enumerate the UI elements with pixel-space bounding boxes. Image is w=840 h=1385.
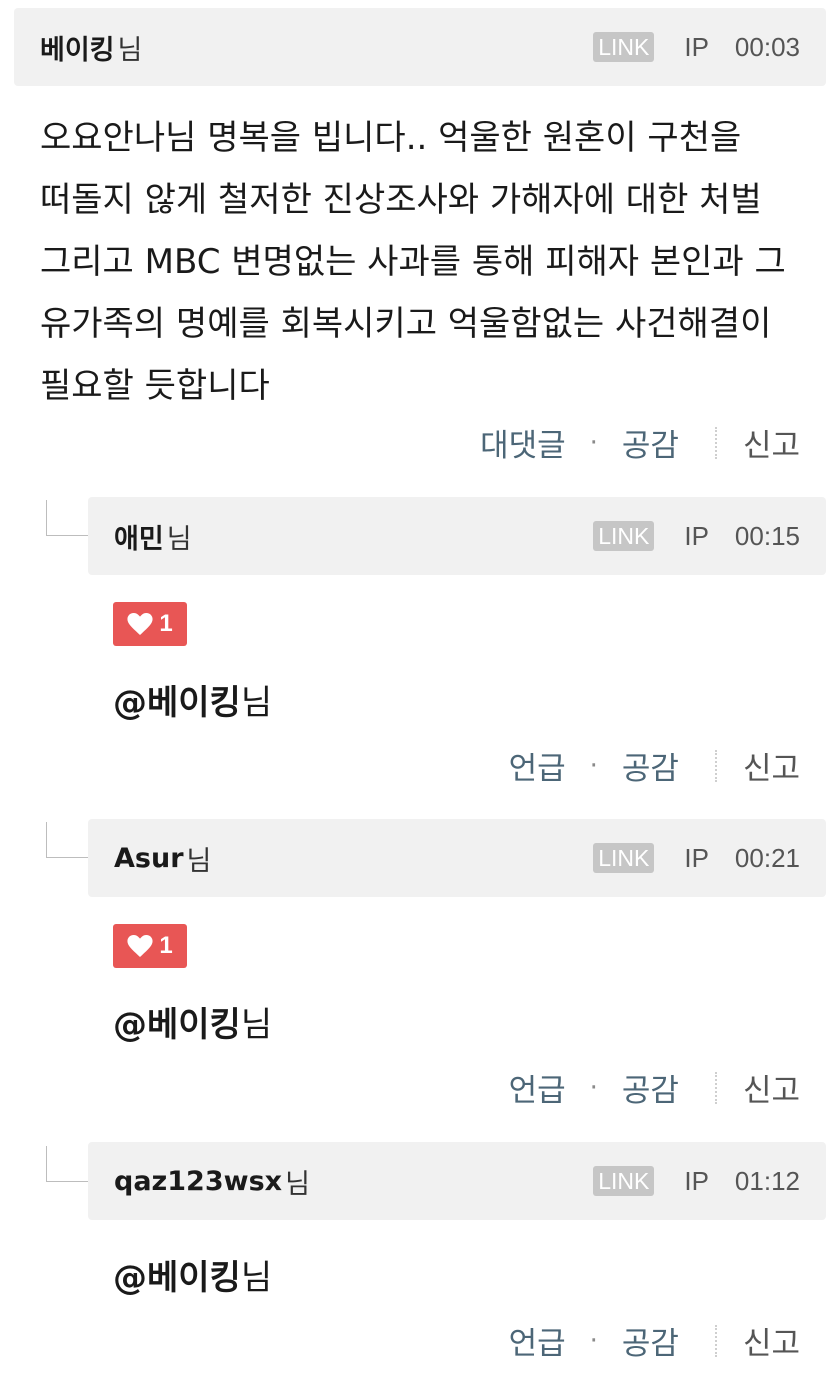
- link-badge[interactable]: LINK: [593, 1166, 655, 1196]
- reply-author[interactable]: qaz123wsx: [114, 1166, 282, 1197]
- link-badge[interactable]: LINK: [593, 32, 655, 62]
- comment-time: 00:03: [734, 31, 800, 62]
- mention-suffix: 님: [240, 683, 273, 723]
- ip-label: IP: [684, 31, 709, 62]
- like-count-badge: 1: [113, 924, 187, 968]
- report-button[interactable]: 신고: [743, 743, 800, 788]
- reply-indicator: [46, 500, 88, 536]
- mention-suffix: 님: [240, 1258, 273, 1298]
- like-button[interactable]: 공감: [622, 1318, 679, 1363]
- report-button[interactable]: 신고: [743, 1318, 800, 1363]
- separator-line: [714, 749, 717, 782]
- like-button[interactable]: 공감: [622, 1065, 679, 1110]
- link-badge[interactable]: LINK: [593, 843, 655, 873]
- author-suffix: 님: [285, 1168, 310, 1200]
- like-count-badge: 1: [113, 602, 187, 646]
- report-button[interactable]: 신고: [743, 1065, 800, 1110]
- reply-indicator: [46, 822, 88, 858]
- reply-button[interactable]: 대댓글: [480, 420, 566, 465]
- reply-header: 애민 님 LINK IP 00:15: [88, 497, 826, 575]
- ip-label: IP: [684, 1165, 709, 1196]
- comment-body: 오요안나님 명복을 빕니다.. 억울한 원혼이 구천을 떠돌지 않게 철저한 진…: [40, 118, 786, 406]
- reply-body: @베이킹님: [113, 997, 272, 1046]
- reply-indicator: [46, 1146, 88, 1182]
- like-count: 1: [159, 610, 173, 637]
- separator-dot: ·: [589, 1072, 598, 1103]
- mention-link[interactable]: @베이킹: [113, 1005, 241, 1045]
- link-badge[interactable]: LINK: [593, 521, 655, 551]
- author-suffix: 님: [186, 845, 212, 877]
- mention-button[interactable]: 언급: [509, 1065, 566, 1110]
- comment-actions: 대댓글 · 공감 신고: [480, 420, 800, 465]
- reply-time: 00:21: [734, 842, 800, 873]
- ip-label: IP: [684, 520, 709, 551]
- reply-author[interactable]: Asur: [114, 843, 184, 874]
- mention-button[interactable]: 언급: [509, 743, 566, 788]
- reply-meta: LINK IP 00:21: [593, 843, 826, 874]
- reply-actions: 언급 · 공감 신고: [509, 1065, 800, 1110]
- reply-header: qaz123wsx 님 LINK IP 01:12: [88, 1142, 826, 1220]
- mention-link[interactable]: @베이킹: [113, 683, 241, 723]
- mention-link[interactable]: @베이킹: [113, 1258, 241, 1298]
- comment-header: 베이킹 님 LINK IP 00:03: [14, 8, 826, 86]
- reply-body: @베이킹님: [113, 675, 272, 724]
- separator-line: [714, 1071, 717, 1104]
- mention-suffix: 님: [240, 1005, 273, 1045]
- reply-actions: 언급 · 공감 신고: [509, 1318, 800, 1363]
- separator-line: [714, 1324, 717, 1357]
- separator-dot: ·: [589, 427, 598, 458]
- heart-icon: [127, 935, 153, 957]
- reply-header: Asur 님 LINK IP 00:21: [88, 819, 826, 897]
- like-button[interactable]: 공감: [622, 743, 679, 788]
- separator-line: [714, 426, 717, 459]
- heart-icon: [127, 613, 153, 635]
- mention-button[interactable]: 언급: [509, 1318, 566, 1363]
- author-suffix: 님: [117, 34, 143, 66]
- report-button[interactable]: 신고: [743, 420, 800, 465]
- reply-body: @베이킹님: [113, 1250, 272, 1299]
- reply-actions: 언급 · 공감 신고: [509, 743, 800, 788]
- separator-dot: ·: [589, 1325, 598, 1356]
- ip-label: IP: [684, 842, 709, 873]
- reply-time: 00:15: [734, 520, 800, 551]
- author-suffix: 님: [166, 523, 192, 555]
- like-button[interactable]: 공감: [622, 420, 679, 465]
- comment-author[interactable]: 베이킹: [40, 28, 115, 67]
- reply-meta: LINK IP 01:12: [593, 1166, 826, 1197]
- reply-meta: LINK IP 00:15: [593, 521, 826, 552]
- like-count: 1: [159, 932, 173, 959]
- reply-time: 01:12: [734, 1165, 800, 1196]
- comment-meta: LINK IP 00:03: [593, 32, 826, 63]
- separator-dot: ·: [589, 750, 598, 781]
- reply-author[interactable]: 애민: [114, 517, 164, 556]
